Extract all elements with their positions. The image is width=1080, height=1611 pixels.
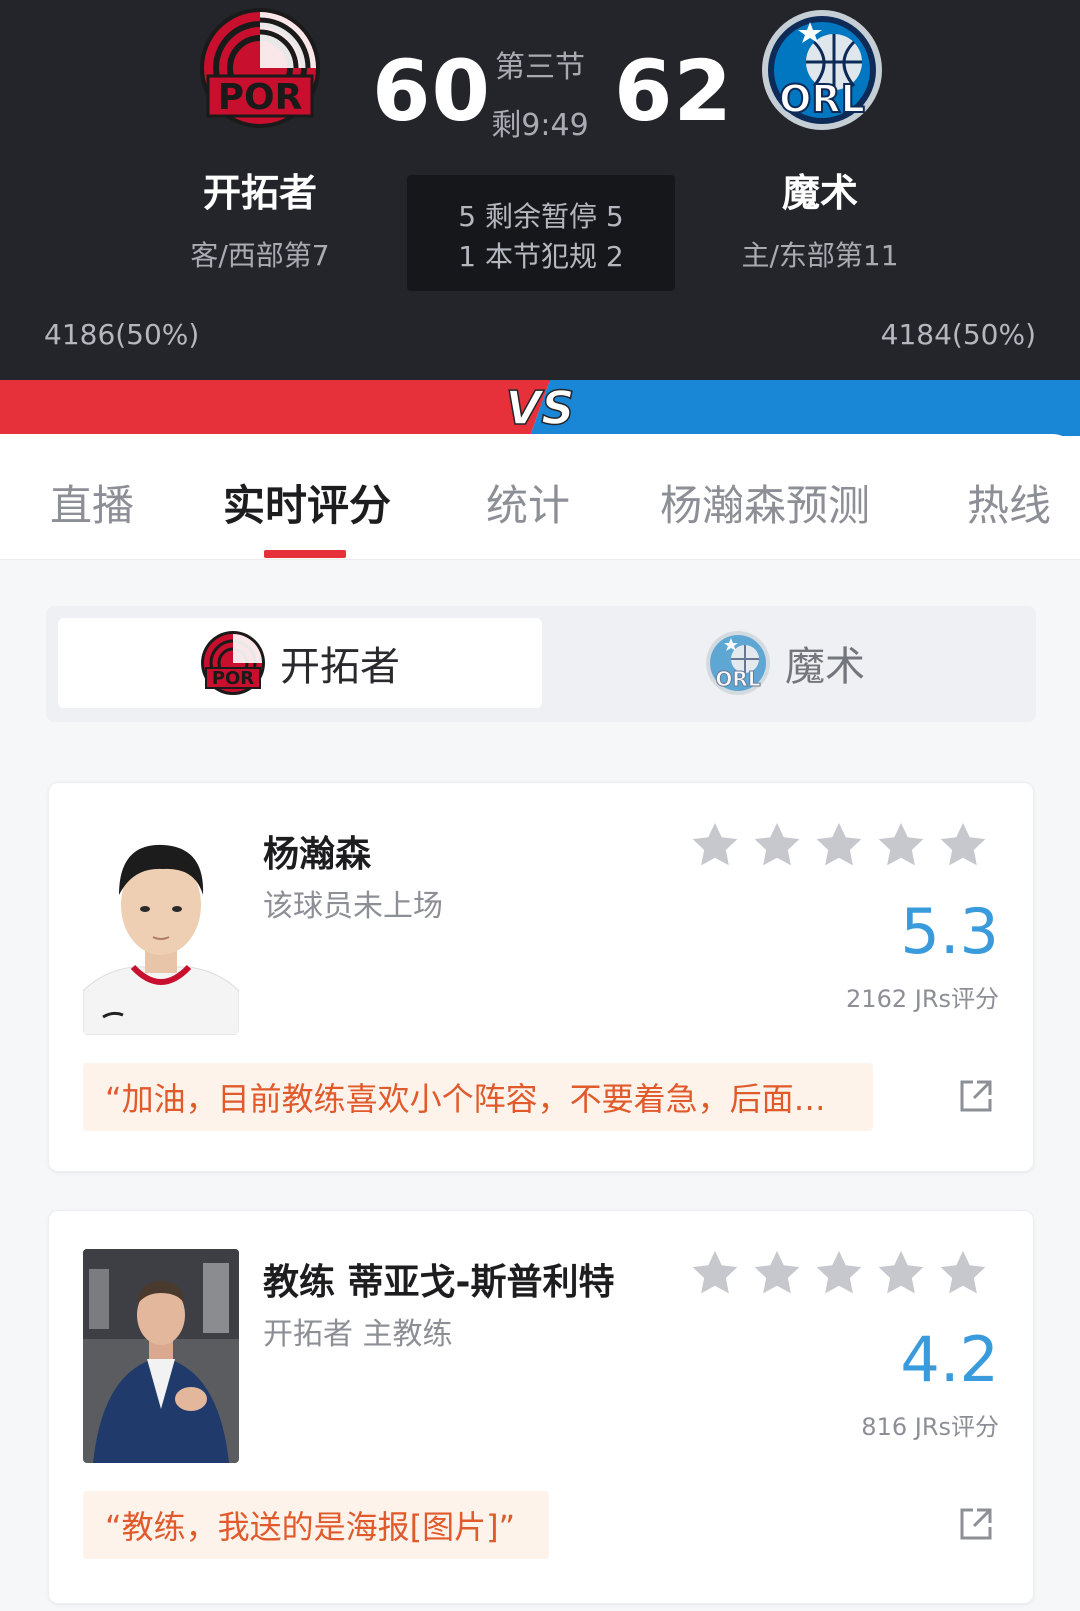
- away-team-standing: 客/西部第7: [190, 239, 330, 272]
- game-clock: 剩9:49: [491, 108, 589, 143]
- star-icon[interactable]: [751, 1247, 803, 1299]
- coach-avatar: [83, 1249, 239, 1463]
- star-icon[interactable]: [689, 1247, 741, 1299]
- star-icon[interactable]: [813, 1247, 865, 1299]
- tab-stats[interactable]: 统计: [486, 472, 570, 533]
- home-team-standing: 主/东部第11: [741, 239, 899, 272]
- team-switch-home-label: 魔术: [785, 644, 865, 690]
- away-team-small-logo: POR: [200, 630, 266, 696]
- tab-live-rating[interactable]: 实时评分: [223, 472, 391, 533]
- home-team-name[interactable]: 魔术: [690, 162, 950, 217]
- team-switch-away[interactable]: POR 开拓者: [58, 618, 542, 708]
- star-icon[interactable]: [875, 819, 927, 871]
- away-support-count: 4186(50%): [44, 318, 200, 351]
- star-rating-input[interactable]: [689, 1247, 999, 1307]
- active-tab-indicator: [264, 550, 346, 558]
- vs-label: VS: [506, 381, 575, 435]
- rating-content: POR 开拓者 ORL 魔术 杨瀚森 该球员未上场 5.3 2162 JRs评分…: [0, 560, 1080, 1611]
- away-team-name[interactable]: 开拓者: [130, 162, 390, 217]
- away-score: 60: [372, 42, 491, 140]
- top-comment[interactable]: “加油，目前教练喜欢小个阵容，不要着急，后面…: [83, 1063, 873, 1131]
- home-logo-text: ORL: [779, 77, 865, 121]
- vs-support-bar: VS: [0, 380, 1080, 436]
- rating-count: 816 JRs评分: [861, 1413, 999, 1441]
- home-team-logo[interactable]: ORL: [760, 8, 884, 132]
- player-status: 该球员未上场: [263, 889, 443, 924]
- star-icon[interactable]: [937, 819, 989, 871]
- star-icon[interactable]: [875, 1247, 927, 1299]
- away-small-logo-text: POR: [212, 668, 254, 689]
- share-icon[interactable]: [957, 1505, 995, 1543]
- star-icon[interactable]: [751, 819, 803, 871]
- team-switch-home[interactable]: ORL 魔术: [546, 618, 1024, 708]
- away-logo-text: POR: [218, 77, 303, 118]
- player-rating-card[interactable]: 杨瀚森 该球员未上场 5.3 2162 JRs评分 “加油，目前教练喜欢小个阵容…: [48, 782, 1034, 1172]
- home-team-small-logo: ORL: [705, 630, 771, 696]
- rating-count: 2162 JRs评分: [846, 985, 999, 1013]
- player-avatar: [83, 821, 239, 1035]
- star-icon[interactable]: [813, 819, 865, 871]
- average-rating: 4.2: [900, 1323, 999, 1396]
- home-support-segment: [530, 380, 1080, 436]
- tab-hotline[interactable]: 热线: [967, 472, 1051, 533]
- coach-role: 开拓者 主教练: [263, 1317, 453, 1352]
- star-icon[interactable]: [937, 1247, 989, 1299]
- game-header: POR 60 第三节 剩9:49 62 ORL 开拓者 魔术 客/西部第7 主/…: [0, 0, 1080, 382]
- top-comment[interactable]: “教练，我送的是海报[图片]”: [83, 1491, 550, 1559]
- tab-live[interactable]: 直播: [50, 472, 134, 533]
- team-switch-away-label: 开拓者: [280, 644, 400, 690]
- coach-rating-card[interactable]: 教练 蒂亚戈-斯普利特 开拓者 主教练 4.2 816 JRs评分 “教练，我送…: [48, 1210, 1034, 1604]
- team-switcher: POR 开拓者 ORL 魔术: [46, 606, 1036, 722]
- home-support-count: 4184(50%): [880, 318, 1036, 351]
- player-name[interactable]: 杨瀚森: [263, 825, 371, 877]
- average-rating: 5.3: [900, 895, 999, 968]
- share-icon[interactable]: [957, 1077, 995, 1115]
- coach-name[interactable]: 教练 蒂亚戈-斯普利特: [263, 1253, 614, 1305]
- star-icon[interactable]: [689, 819, 741, 871]
- tab-prediction[interactable]: 杨瀚森预测: [660, 472, 870, 533]
- home-score: 62: [614, 42, 733, 140]
- timeouts-remaining: 5 剩余暂停 5: [458, 200, 624, 233]
- game-info-box: 5 剩余暂停 5 1 本节犯规 2: [407, 175, 675, 291]
- tab-bar: 直播 实时评分 统计 杨瀚森预测 热线: [0, 434, 1080, 560]
- away-support-segment: [0, 380, 550, 436]
- home-small-logo-text: ORL: [715, 667, 760, 691]
- star-rating-input[interactable]: [689, 819, 999, 879]
- away-team-logo[interactable]: POR: [198, 6, 322, 130]
- period-fouls: 1 本节犯规 2: [458, 240, 624, 273]
- period-label: 第三节: [495, 50, 585, 85]
